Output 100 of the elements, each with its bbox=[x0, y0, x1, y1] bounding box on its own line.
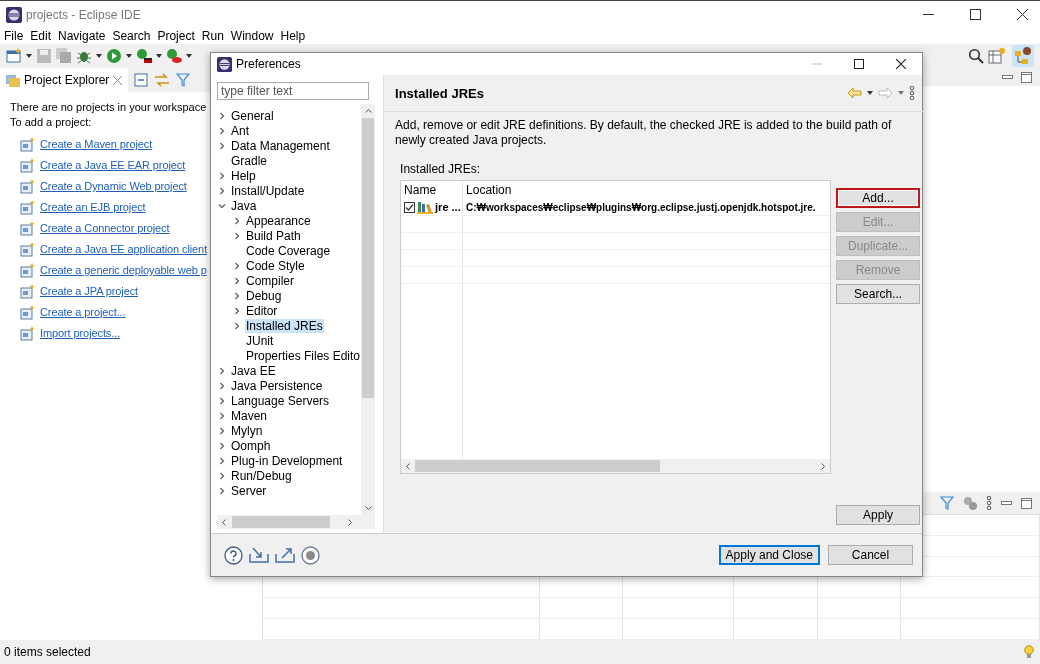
more-icon[interactable] bbox=[986, 496, 992, 510]
eclipse-logo-icon bbox=[6, 6, 22, 23]
menu-item[interactable]: Navigate bbox=[58, 29, 106, 43]
tree-item[interactable]: Help bbox=[230, 168, 257, 183]
project-link[interactable]: Create a Dynamic Web project bbox=[40, 180, 187, 192]
project-icon bbox=[20, 283, 35, 299]
java-ee-perspective-icon[interactable] bbox=[1012, 45, 1034, 67]
scroll-left-icon[interactable] bbox=[405, 462, 411, 470]
tree-item[interactable]: Java EE bbox=[230, 363, 277, 378]
tree-item[interactable]: Run/Debug bbox=[230, 468, 293, 483]
filter-field[interactable]: type filter text bbox=[217, 82, 369, 100]
scroll-right-icon[interactable] bbox=[348, 518, 353, 526]
eclipse-logo-icon bbox=[217, 56, 232, 72]
project-icon bbox=[20, 220, 35, 236]
tree-item[interactable]: Install/Update bbox=[230, 183, 306, 198]
tree-item[interactable]: Maven bbox=[230, 408, 269, 423]
scrollbar[interactable] bbox=[217, 515, 376, 529]
maximize-icon[interactable] bbox=[970, 9, 981, 20]
column-header[interactable]: Name bbox=[401, 181, 464, 199]
tree-item[interactable]: Installed JREs bbox=[245, 318, 324, 333]
tree-item[interactable]: Java Persistence bbox=[230, 378, 324, 393]
menu-item[interactable]: Window bbox=[230, 29, 274, 43]
dropdown-icon[interactable] bbox=[156, 54, 162, 58]
tree-item[interactable]: Gradle bbox=[230, 153, 269, 168]
tree-item[interactable]: Server bbox=[230, 483, 268, 498]
dialog-button[interactable]: Apply and Close bbox=[718, 545, 820, 565]
scroll-down-icon[interactable] bbox=[364, 506, 372, 511]
project-link[interactable]: Create a Maven project bbox=[40, 138, 153, 150]
project-icon bbox=[20, 157, 35, 173]
scroll-right-icon[interactable] bbox=[821, 462, 827, 470]
apply-button[interactable]: Apply bbox=[836, 505, 921, 525]
tree-item[interactable]: Debug bbox=[245, 288, 283, 303]
project-icon bbox=[20, 304, 35, 320]
tree-item[interactable]: Compiler bbox=[245, 273, 295, 288]
project-link[interactable]: Create a Java EE EAR project bbox=[40, 159, 186, 171]
dropdown-icon[interactable] bbox=[126, 54, 132, 58]
status-text: 0 items selected bbox=[4, 645, 91, 659]
checkbox[interactable] bbox=[404, 201, 416, 213]
jre-action-button[interactable]: Add... bbox=[836, 188, 921, 208]
maximize-icon[interactable] bbox=[854, 59, 864, 69]
tree-item[interactable]: Editor bbox=[245, 303, 279, 318]
menu-item[interactable]: Help bbox=[280, 29, 306, 43]
filter-icon[interactable] bbox=[176, 73, 191, 87]
collapse-all-icon[interactable] bbox=[134, 73, 149, 87]
menu-item[interactable]: Search bbox=[112, 29, 151, 43]
tree-item[interactable]: Language Servers bbox=[230, 393, 331, 408]
record-icon[interactable] bbox=[301, 545, 320, 565]
menu-item[interactable]: File bbox=[4, 29, 24, 43]
project-link[interactable]: Create an EJB project bbox=[40, 201, 146, 213]
tree-item[interactable]: JUnit bbox=[245, 333, 275, 348]
new-file-icon[interactable] bbox=[6, 48, 22, 64]
filter-icon[interactable] bbox=[940, 496, 954, 510]
dropdown-icon[interactable] bbox=[96, 54, 102, 58]
export-icon[interactable] bbox=[275, 547, 295, 563]
scroll-up-icon[interactable] bbox=[364, 108, 372, 113]
jre-action-button[interactable]: Search... bbox=[836, 284, 921, 304]
project-link[interactable]: Create a generic deployable web p bbox=[40, 264, 207, 276]
library-icon bbox=[417, 200, 434, 214]
dropdown-icon[interactable] bbox=[867, 91, 874, 95]
project-icon bbox=[20, 262, 35, 278]
tree-item[interactable]: General bbox=[230, 108, 275, 123]
tree-item[interactable]: Appearance bbox=[245, 213, 312, 228]
add-project-prompt: To add a project: bbox=[10, 115, 92, 130]
import-icon[interactable] bbox=[249, 547, 269, 563]
run-config-icon[interactable] bbox=[136, 48, 152, 64]
dialog-button[interactable]: Cancel bbox=[828, 545, 913, 565]
lightbulb-icon[interactable] bbox=[1024, 645, 1034, 659]
project-link[interactable]: Create a project... bbox=[40, 306, 126, 318]
tree-item[interactable]: Code Style bbox=[245, 258, 306, 273]
tree-item[interactable]: Data Management bbox=[230, 138, 331, 153]
close-icon[interactable] bbox=[1017, 9, 1028, 20]
chevron-down-icon[interactable] bbox=[218, 201, 226, 210]
run-icon[interactable] bbox=[106, 48, 122, 64]
tree-item[interactable]: Java bbox=[230, 198, 258, 213]
more-icon[interactable] bbox=[909, 86, 916, 100]
tree-item[interactable]: Code Coverage bbox=[245, 243, 332, 258]
tree-item[interactable]: Build Path bbox=[245, 228, 302, 243]
menu-item[interactable]: Edit bbox=[30, 29, 52, 43]
scrollbar[interactable] bbox=[401, 459, 831, 473]
close-icon[interactable] bbox=[896, 59, 906, 69]
scroll-left-icon[interactable] bbox=[221, 518, 226, 526]
dropdown-icon[interactable] bbox=[26, 54, 32, 58]
tree-item[interactable]: Properties Files Edito bbox=[245, 348, 362, 363]
help-icon[interactable] bbox=[224, 545, 243, 565]
scrollbar[interactable] bbox=[361, 104, 376, 515]
project-link[interactable]: Create a Java EE application client bbox=[40, 243, 208, 255]
tree-item[interactable]: Oomph bbox=[230, 438, 272, 453]
tree-item[interactable]: Plug-in Development bbox=[230, 453, 344, 468]
menu-item[interactable]: Run bbox=[201, 29, 224, 43]
search-icon[interactable] bbox=[968, 48, 984, 64]
menu-item[interactable]: Project bbox=[157, 29, 195, 43]
tree-item[interactable]: Ant bbox=[230, 123, 250, 138]
project-link[interactable]: Create a JPA project bbox=[40, 285, 139, 297]
table-cell: jre ... bbox=[435, 201, 461, 213]
view-tab[interactable]: Project Explorer bbox=[0, 68, 129, 92]
column-header[interactable]: Location bbox=[463, 181, 831, 199]
project-link[interactable]: Create a Connector project bbox=[40, 222, 170, 234]
project-link[interactable]: Import projects... bbox=[40, 327, 121, 339]
dropdown-icon[interactable] bbox=[186, 54, 192, 58]
tree-item[interactable]: Mylyn bbox=[230, 423, 264, 438]
